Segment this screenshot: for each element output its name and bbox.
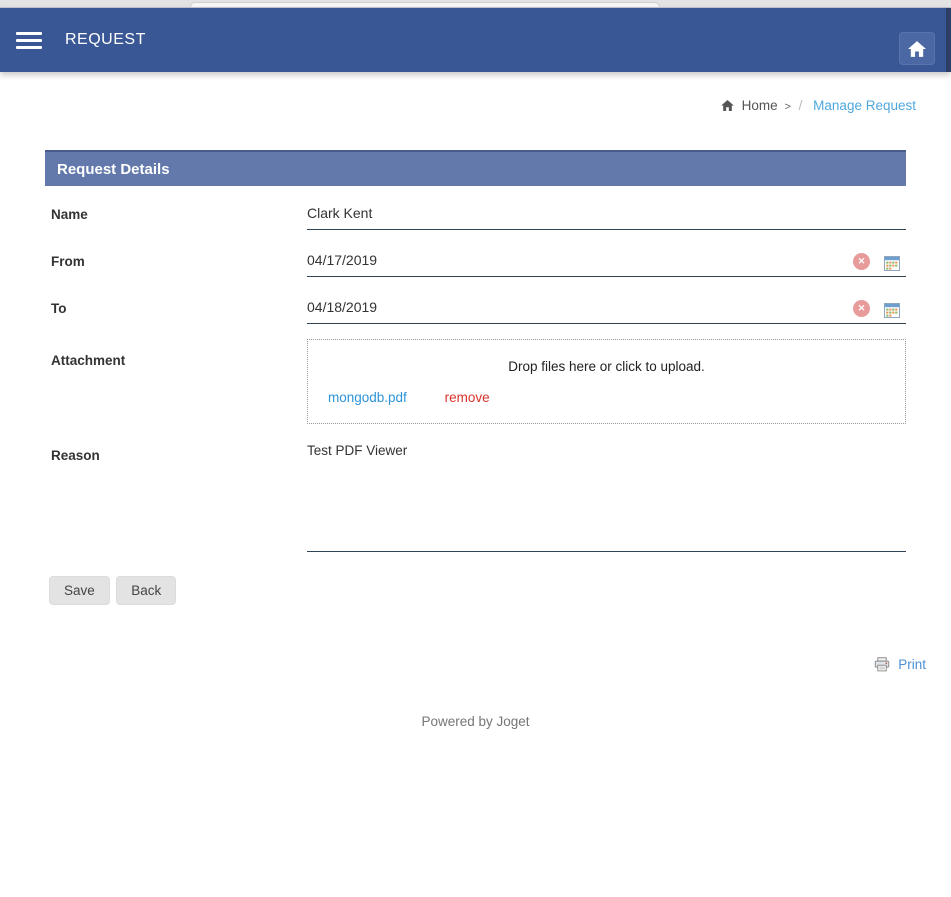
uploaded-file-row: mongodb.pdf remove: [328, 390, 885, 405]
field-row-name: Name: [45, 198, 906, 230]
breadcrumb-home-label: Home: [742, 98, 778, 113]
to-clear-x-icon[interactable]: ✕: [853, 300, 870, 317]
to-label: To: [45, 292, 307, 324]
reason-textarea[interactable]: Test PDF Viewer: [307, 439, 906, 552]
powered-by-text: Powered by Joget: [0, 714, 951, 729]
remove-file-link[interactable]: remove: [445, 390, 490, 405]
name-label: Name: [45, 198, 307, 230]
breadcrumb: Home > / Manage Request: [0, 98, 951, 114]
app-title: REQUEST: [65, 31, 146, 49]
form-buttons: Save Back: [49, 576, 906, 605]
dropzone-text: Drop files here or click to upload.: [328, 359, 885, 374]
attachment-label: Attachment: [45, 339, 307, 424]
hamburger-menu-icon[interactable]: [16, 28, 42, 53]
back-button[interactable]: Back: [116, 576, 176, 605]
browser-tab-remnant: [190, 2, 660, 7]
print-row: Print: [0, 657, 951, 672]
file-dropzone[interactable]: Drop files here or click to upload. mong…: [307, 339, 906, 424]
home-icon: [721, 99, 738, 114]
panel-title: Request Details: [45, 161, 170, 178]
print-link[interactable]: Print: [874, 657, 926, 672]
uploaded-file-link[interactable]: mongodb.pdf: [328, 390, 407, 405]
home-button[interactable]: [899, 32, 935, 65]
browser-chrome-strip: [0, 0, 951, 8]
request-form-panel: Request Details Name From ✕: [45, 150, 906, 605]
field-row-from: From ✕: [45, 245, 906, 277]
field-row-to: To ✕: [45, 292, 906, 324]
save-button[interactable]: Save: [49, 576, 110, 605]
form-body: Name From ✕ To: [45, 186, 906, 605]
to-calendar-icon[interactable]: [884, 303, 900, 318]
field-row-attachment: Attachment Drop files here or click to u…: [45, 339, 906, 424]
from-clear-x-icon[interactable]: ✕: [853, 253, 870, 270]
breadcrumb-separator: >: [784, 101, 790, 113]
print-label: Print: [898, 657, 926, 672]
app-header: REQUEST: [0, 8, 951, 72]
breadcrumb-separator: /: [799, 98, 803, 113]
field-row-reason: Reason Test PDF Viewer: [45, 439, 906, 557]
breadcrumb-current-link[interactable]: Manage Request: [813, 98, 916, 113]
home-icon: [908, 41, 926, 57]
breadcrumb-home-link[interactable]: Home: [721, 98, 782, 113]
reason-label: Reason: [45, 439, 307, 557]
name-input[interactable]: [307, 198, 906, 230]
from-label: From: [45, 245, 307, 277]
from-calendar-icon[interactable]: [884, 256, 900, 271]
from-date-input[interactable]: [307, 245, 906, 277]
panel-header: Request Details: [45, 150, 906, 186]
printer-icon: [874, 657, 898, 672]
to-date-input[interactable]: [307, 292, 906, 324]
